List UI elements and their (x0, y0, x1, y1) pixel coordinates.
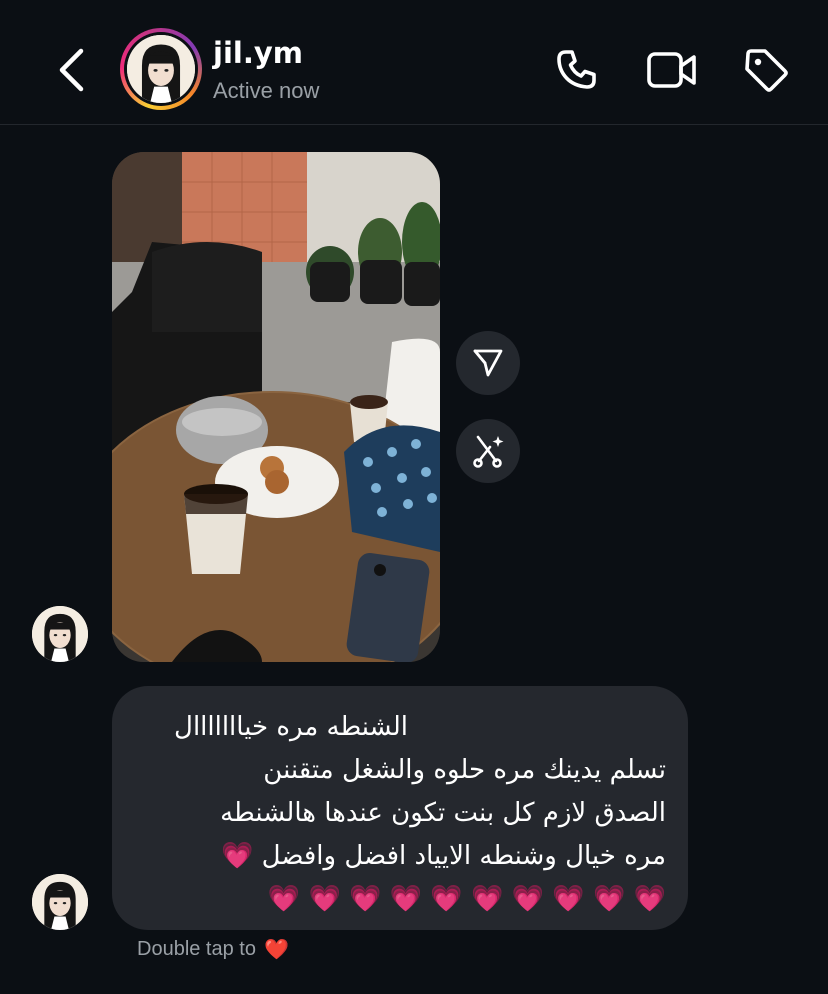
remix-icon (473, 435, 504, 468)
chevron-left-icon (59, 48, 84, 92)
tag-icon (745, 49, 788, 92)
remix-button[interactable] (456, 419, 520, 483)
cafe-photo (112, 152, 440, 662)
avatar-image (32, 874, 88, 930)
message-line: 💗 💗 💗 💗 💗 💗 💗 💗 💗 💗 (267, 884, 666, 914)
double-tap-text: Double tap to (137, 938, 256, 960)
call-button[interactable] (548, 42, 604, 98)
video-call-button[interactable] (644, 42, 700, 98)
heart-icon: ❤️ (263, 939, 289, 961)
text-message-bubble[interactable]: الشنطه مره خيااااااال تسلم يدينك مره حلو… (112, 686, 688, 930)
message-line: مره خيال وشنطه الايياد افضل وافضل 💗 (220, 841, 666, 871)
message-line: الصدق لازم كل بنت تكون عندها هالشنطه (220, 798, 666, 828)
video-camera-icon (647, 52, 696, 88)
phone-icon (557, 50, 596, 89)
active-status: Active now (213, 78, 320, 103)
avatar-image (32, 606, 88, 662)
sender-avatar[interactable] (32, 874, 88, 930)
avatar-image (127, 35, 195, 103)
chat-username[interactable]: jil.ym (213, 36, 303, 70)
message-line: تسلم يدينك مره حلوه والشغل متقننن (263, 755, 666, 785)
photo-message[interactable] (112, 152, 440, 662)
back-button[interactable] (50, 44, 94, 96)
profile-avatar[interactable] (120, 28, 202, 110)
chat-header: jil.ym Active now (0, 0, 828, 125)
send-icon (473, 349, 503, 377)
sender-avatar[interactable] (32, 606, 88, 662)
share-button[interactable] (456, 331, 520, 395)
tag-button[interactable] (738, 42, 794, 98)
double-tap-hint: Double tap to ❤️ (137, 937, 289, 962)
message-line: الشنطه مره خيااااااال (174, 712, 408, 742)
